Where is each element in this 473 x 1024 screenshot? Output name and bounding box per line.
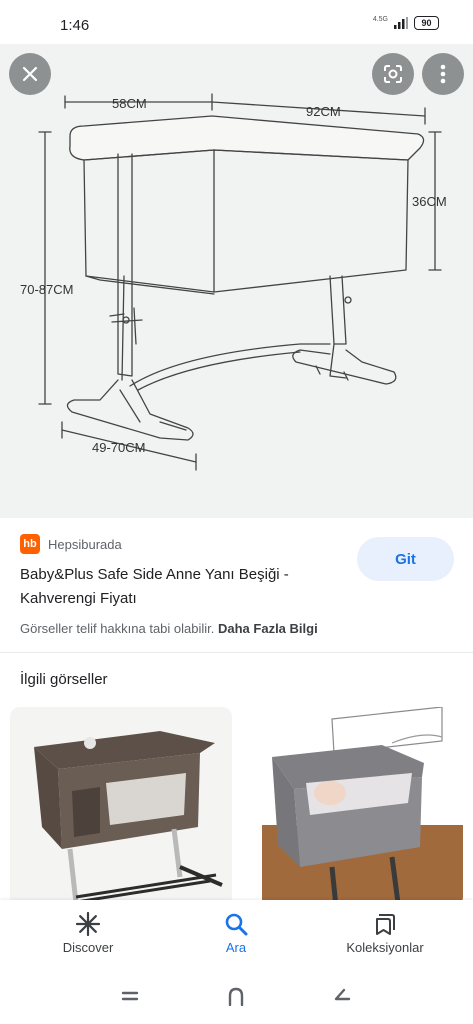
width-top-label: 58CM: [112, 96, 147, 111]
related-image-2[interactable]: [242, 707, 463, 907]
source-name: Hepsiburada: [48, 536, 122, 552]
divider: [0, 652, 473, 653]
image-viewer[interactable]: 58CM 92CM 36CM 70-87CM 49-70CM: [0, 44, 473, 518]
height-label: 70-87CM: [20, 282, 73, 297]
recents-icon[interactable]: [120, 986, 140, 1006]
related-image-1[interactable]: [10, 707, 232, 907]
status-bar: 1:46 4.5G 90: [0, 0, 473, 44]
network-type: 4.5G: [372, 15, 388, 23]
close-button[interactable]: [9, 53, 51, 95]
lens-button[interactable]: [372, 53, 414, 95]
base-label: 49-70CM: [92, 440, 145, 455]
copyright-notice: Görseller telif hakkına tabi olabilir. D…: [20, 621, 318, 636]
back-icon[interactable]: [332, 986, 352, 1006]
lens-icon: [384, 65, 402, 83]
copyright-text: Görseller telif hakkına tabi olabilir.: [20, 621, 215, 636]
nav-discover-label: Discover: [62, 940, 114, 955]
system-navigation: [0, 974, 473, 1024]
search-icon: [225, 913, 248, 936]
nav-collections-label: Koleksiyonlar: [346, 940, 424, 955]
bottom-navigation: Discover Ara Koleksiyonlar: [0, 900, 473, 974]
close-icon: [22, 66, 38, 82]
crib-photo-brown: [10, 707, 232, 907]
more-info-link[interactable]: Daha Fazla Bilgi: [218, 621, 318, 636]
battery-icon: 90: [414, 16, 439, 30]
result-title[interactable]: Baby&Plus Safe Side Anne Yanı Beşiği - K…: [20, 563, 350, 611]
related-images-heading: İlgili görseller: [20, 671, 108, 688]
visit-button[interactable]: Git: [357, 537, 454, 581]
status-indicators: 4.5G 90: [373, 16, 439, 30]
more-vert-icon: [440, 64, 446, 84]
more-options-button[interactable]: [422, 53, 464, 95]
signal-icon: [394, 17, 408, 29]
nav-collections[interactable]: Koleksiyonlar: [315, 908, 455, 955]
nav-search[interactable]: Ara: [166, 908, 306, 955]
depth-label: 36CM: [412, 194, 447, 209]
crib-photo-grey: [242, 707, 463, 907]
length-top-label: 92CM: [306, 104, 341, 119]
crib-dimension-diagram: 58CM 92CM 36CM 70-87CM 49-70CM: [20, 93, 447, 471]
source-row[interactable]: hb Hepsiburada: [20, 534, 122, 554]
nav-search-label: Ara: [225, 940, 247, 955]
nav-discover[interactable]: Discover: [18, 908, 158, 955]
collections-icon: [376, 914, 395, 935]
home-icon[interactable]: [226, 986, 246, 1006]
hepsiburada-logo: hb: [20, 534, 40, 554]
asterisk-icon: [76, 912, 100, 936]
status-time: 1:46: [60, 17, 90, 34]
